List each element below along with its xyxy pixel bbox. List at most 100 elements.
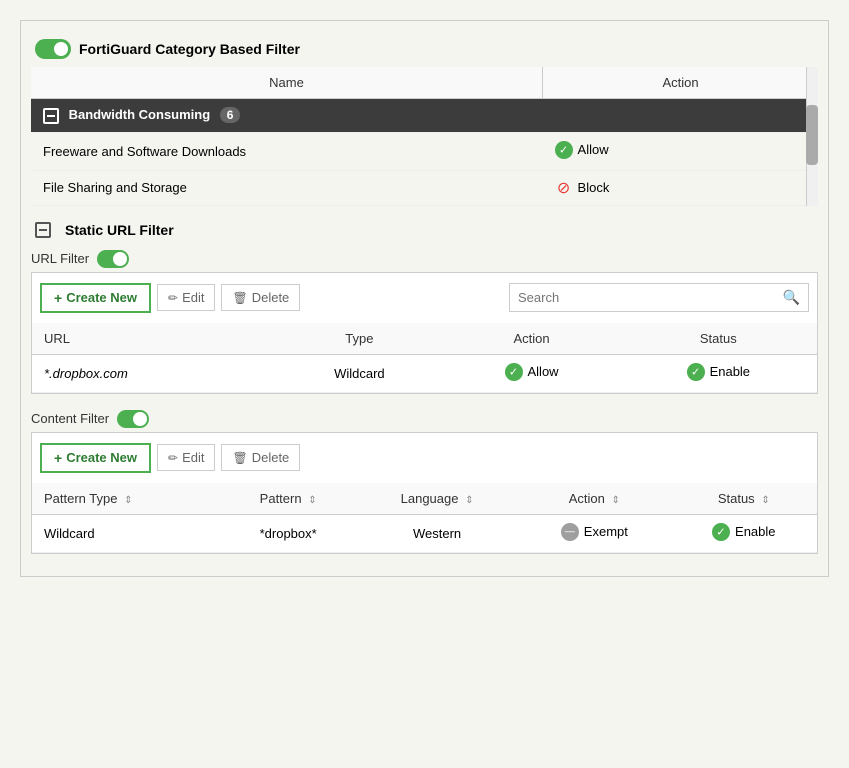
url-filter-toolbar-inner: + Create New ✏ Edit 🗑 Delete 🔍: [40, 277, 809, 319]
ct-row-pattern-type-1: Wildcard: [32, 514, 220, 552]
trash-icon: 🗑: [232, 291, 247, 305]
url-filter-table-wrapper: + Create New ✏ Edit 🗑 Delete 🔍: [31, 272, 818, 394]
fg-col-action: Action: [543, 67, 818, 99]
delete-label: Delete: [252, 290, 290, 305]
url-search-input[interactable]: [510, 285, 775, 310]
pencil-icon-2: ✏: [168, 451, 178, 465]
url-col-action: Action: [443, 323, 619, 355]
url-action-label-1: Allow: [528, 364, 559, 379]
content-filter-header: Content Filter: [31, 406, 818, 432]
url-status-label-1: Enable: [710, 364, 750, 379]
content-edit-label: Edit: [182, 450, 204, 465]
table-row: Wildcard *dropbox* Western Exempt: [32, 514, 817, 552]
table-row: Freeware and Software Downloads Allow: [31, 132, 818, 170]
content-filter-table: Pattern Type ⇕ Pattern ⇕ Language ⇕ Ac: [32, 483, 817, 553]
fortiguard-toggle[interactable]: [35, 39, 71, 59]
ct-col-pattern-type-label: Pattern Type: [44, 491, 117, 506]
plus-icon: +: [54, 290, 62, 306]
ct-col-status-label: Status: [718, 491, 755, 506]
url-row-action-1: Allow: [443, 354, 619, 392]
ct-col-language: Language ⇕: [356, 483, 518, 515]
content-create-new-button[interactable]: + Create New: [40, 443, 151, 473]
ct-row-pattern-1: *dropbox*: [220, 514, 356, 552]
url-filter-toggle[interactable]: [97, 250, 129, 268]
allow-icon-1: [555, 141, 573, 159]
url-delete-button[interactable]: 🗑 Delete: [221, 284, 300, 311]
content-create-new-label: Create New: [66, 450, 137, 465]
fg-row-action-2: ⊘ Block: [543, 170, 818, 205]
content-delete-label: Delete: [252, 450, 290, 465]
scrollbar-thumb[interactable]: [806, 105, 818, 165]
content-filter-toolbar-inner: + Create New ✏ Edit 🗑 Delete: [40, 437, 809, 479]
ct-col-language-label: Language: [401, 491, 459, 506]
fg-group-row[interactable]: Bandwidth Consuming 6: [31, 99, 818, 133]
url-col-status: Status: [620, 323, 817, 355]
collapse-icon: [43, 108, 59, 124]
url-allow-icon: [505, 363, 523, 381]
url-col-url: URL: [32, 323, 275, 355]
fg-row-name-1: Freeware and Software Downloads: [31, 132, 543, 170]
fg-row-name-2: File Sharing and Storage: [31, 170, 543, 205]
block-icon-2: ⊘: [555, 179, 573, 197]
trash-icon-2: 🗑: [232, 451, 247, 465]
url-search-box: 🔍: [509, 283, 809, 312]
content-filter-table-wrapper: + Create New ✏ Edit 🗑 Delete: [31, 432, 818, 554]
url-row-status-1: Enable: [620, 354, 817, 392]
content-delete-button[interactable]: 🗑 Delete: [221, 444, 300, 471]
url-row-type-1: Wildcard: [275, 354, 443, 392]
url-filter-label: URL Filter: [31, 251, 89, 266]
ct-status-label-1: Enable: [735, 524, 775, 539]
fg-group-badge: 6: [220, 107, 241, 123]
url-edit-button[interactable]: ✏ Edit: [157, 284, 215, 311]
table-row: File Sharing and Storage ⊘ Block: [31, 170, 818, 205]
ct-col-status: Status ⇕: [671, 483, 817, 515]
fortiguard-section-header: FortiGuard Category Based Filter: [31, 31, 818, 67]
url-search-button[interactable]: 🔍: [775, 284, 808, 311]
ct-col-pattern-label: Pattern: [260, 491, 302, 506]
sort-icon-status[interactable]: ⇕: [761, 495, 769, 506]
ct-action-label-1: Exempt: [584, 524, 628, 539]
ct-col-pattern: Pattern ⇕: [220, 483, 356, 515]
url-col-type: Type: [275, 323, 443, 355]
fortiguard-title: FortiGuard Category Based Filter: [79, 41, 300, 57]
url-row-url-1: *.dropbox.com: [32, 354, 275, 392]
ct-enable-icon: [712, 523, 730, 541]
ct-col-action: Action ⇕: [518, 483, 670, 515]
fortiguard-table-wrapper: Name Action Bandwidth Consuming 6 Freewa…: [31, 67, 818, 206]
plus-icon-2: +: [54, 450, 62, 466]
content-filter-label: Content Filter: [31, 411, 109, 426]
main-container: FortiGuard Category Based Filter Name Ac…: [20, 20, 829, 577]
sort-icon-pattern[interactable]: ⇕: [308, 495, 316, 506]
content-filter-toggle[interactable]: [117, 410, 149, 428]
fg-action-label-1: Allow: [578, 142, 609, 157]
sort-icon-action[interactable]: ⇕: [612, 495, 620, 506]
ct-col-action-label: Action: [569, 491, 605, 506]
url-filter-table: URL Type Action Status *.dropbox.com Wil…: [32, 323, 817, 393]
create-new-label: Create New: [66, 290, 137, 305]
url-filter-header: URL Filter: [31, 246, 818, 272]
fg-group-label: Bandwidth Consuming: [69, 107, 211, 122]
scrollbar-track: [806, 67, 818, 206]
ct-col-pattern-type: Pattern Type ⇕: [32, 483, 220, 515]
content-edit-button[interactable]: ✏ Edit: [157, 444, 215, 471]
fg-col-name: Name: [31, 67, 543, 99]
url-filter-toolbar: + Create New ✏ Edit 🗑 Delete 🔍: [32, 273, 817, 323]
content-filter-toolbar: + Create New ✏ Edit 🗑 Delete: [32, 433, 817, 483]
sort-icon-pattern-type[interactable]: ⇕: [124, 495, 132, 506]
ct-row-action-1: Exempt: [518, 514, 670, 552]
fg-action-label-2: Block: [578, 180, 610, 195]
fg-row-action-1: Allow: [543, 132, 818, 170]
fortiguard-table: Name Action Bandwidth Consuming 6 Freewa…: [31, 67, 818, 206]
table-row: *.dropbox.com Wildcard Allow Enable: [32, 354, 817, 392]
static-url-title: Static URL Filter: [65, 222, 174, 238]
exempt-icon: [561, 523, 579, 541]
pencil-icon: ✏: [168, 291, 178, 305]
url-enable-icon: [687, 363, 705, 381]
sort-icon-language[interactable]: ⇕: [465, 495, 473, 506]
ct-row-status-1: Enable: [671, 514, 817, 552]
static-url-section-header: Static URL Filter: [31, 214, 818, 246]
url-create-new-button[interactable]: + Create New: [40, 283, 151, 313]
ct-row-language-1: Western: [356, 514, 518, 552]
edit-label: Edit: [182, 290, 204, 305]
static-url-collapse-icon[interactable]: [35, 222, 51, 238]
